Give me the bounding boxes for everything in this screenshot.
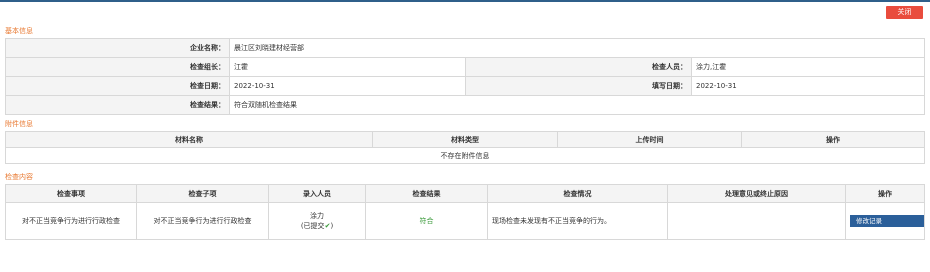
submitted-status: (已提交✔) (273, 221, 361, 231)
leader-value: 江霍 (229, 57, 466, 77)
fill-date-label: 填写日期： (465, 76, 692, 96)
table-row: 不存在附件信息 (5, 147, 925, 164)
cell-action: 修改记录 (845, 202, 925, 240)
inspection-table: 检查事项 检查子项 录入人员 检查结果 检查情况 处理意见或终止原因 操作 对不… (5, 184, 925, 240)
date-value: 2022-10-31 (229, 76, 466, 96)
table-row: 检查结果： 符合双随机检查结果 (5, 95, 926, 115)
company-label: 企业名称： (5, 38, 230, 58)
date-label: 检查日期： (5, 76, 230, 96)
leader-label: 检查组长： (5, 57, 230, 77)
submitted-text: (已提交 (300, 222, 325, 230)
column-header-situation: 检查情况 (487, 184, 668, 203)
close-button[interactable]: 关闭 (886, 6, 923, 19)
attachments-table: 材料名称 材料类型 上传时间 操作 不存在附件信息 (5, 131, 925, 164)
cell-situation: 现场检查未发现有不正当竞争的行为。 (487, 202, 668, 240)
fill-date-value: 2022-10-31 (690, 76, 926, 96)
table-row: 对不正当竞争行为进行行政检查 对不正当竞争行为进行行政检查 涂力 (已提交✔) … (5, 202, 925, 240)
submitted-text-end: ) (330, 222, 334, 230)
cell-subitem: 对不正当竞争行为进行行政检查 (136, 202, 269, 240)
basic-info-table: 企业名称： 晨江区刘晓建材经营部 检查组长： 江霍 检查人员： 涂力,江霍 检查… (5, 38, 926, 115)
cell-item: 对不正当竞争行为进行行政检查 (5, 202, 137, 240)
table-header-row: 检查事项 检查子项 录入人员 检查结果 检查情况 处理意见或终止原因 操作 (5, 184, 925, 203)
column-header-opinion: 处理意见或终止原因 (667, 184, 846, 203)
result-label: 检查结果： (5, 95, 230, 115)
cell-entered-by: 涂力 (已提交✔) (268, 202, 366, 240)
table-row: 企业名称： 晨江区刘晓建材经营部 (5, 38, 926, 58)
cell-result: 符合 (365, 202, 488, 240)
column-header-material-type: 材料类型 (372, 131, 558, 148)
column-header-subitem: 检查子项 (136, 184, 269, 203)
inspector-label: 检查人员： (465, 57, 692, 77)
column-header-material-name: 材料名称 (5, 131, 373, 148)
inspection-title: 检查内容 (5, 173, 33, 181)
column-header-item: 检查事项 (5, 184, 137, 203)
entered-by-name: 涂力 (310, 212, 324, 220)
table-row: 检查日期： 2022-10-31 填写日期： 2022-10-31 (5, 76, 926, 96)
column-header-operation: 操作 (845, 184, 925, 203)
company-value: 晨江区刘晓建材经营部 (228, 38, 926, 58)
basic-info-title: 基本信息 (5, 27, 33, 35)
column-header-entered-by: 录入人员 (268, 184, 366, 203)
inspector-value: 涂力,江霍 (690, 57, 926, 77)
column-header-result: 检查结果 (365, 184, 488, 203)
top-border (0, 0, 930, 2)
table-row: 检查组长： 江霍 检查人员： 涂力,江霍 (5, 57, 926, 77)
cell-opinion (667, 202, 846, 240)
column-header-operation: 操作 (741, 131, 925, 148)
table-header-row: 材料名称 材料类型 上传时间 操作 (5, 131, 925, 148)
attachments-title: 附件信息 (5, 120, 33, 128)
column-header-upload-time: 上传时间 (557, 131, 742, 148)
empty-attachments-message: 不存在附件信息 (5, 147, 925, 164)
result-value: 符合双随机检查结果 (228, 95, 926, 115)
edit-record-button[interactable]: 修改记录 (850, 215, 924, 227)
